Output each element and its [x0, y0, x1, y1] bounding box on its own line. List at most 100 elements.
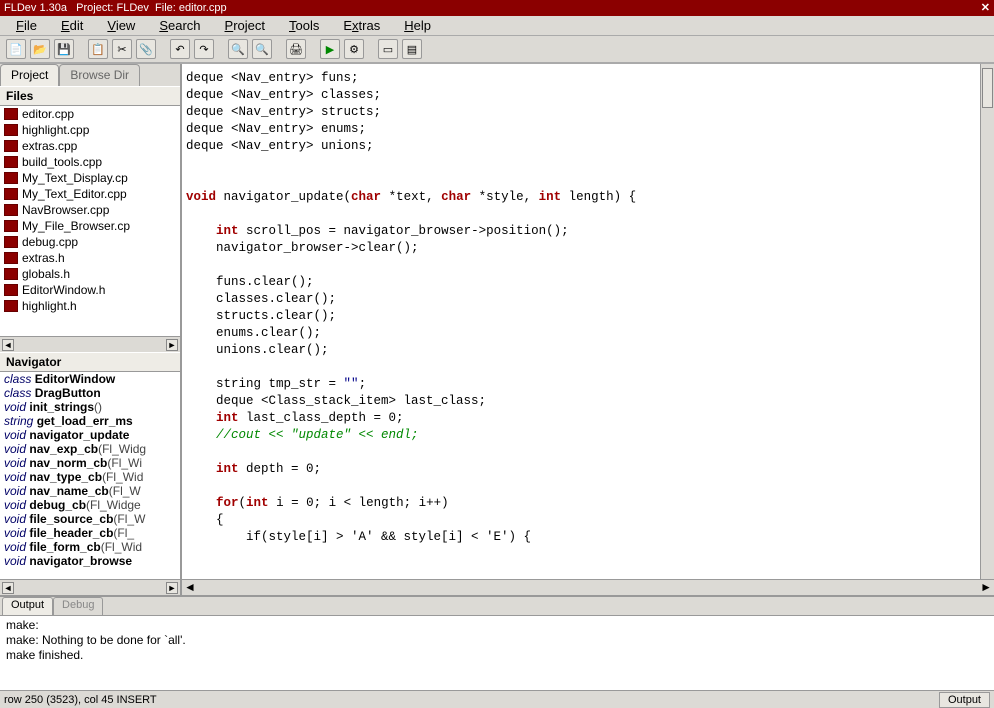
file-name-label: editor.cpp — [22, 107, 74, 121]
search-icon[interactable]: 🔍 — [228, 39, 248, 59]
editor-area: deque <Nav_entry> funs; deque <Nav_entry… — [182, 64, 994, 595]
navigator-item[interactable]: class EditorWindow — [0, 372, 180, 386]
window-close-icon[interactable]: ✕ — [981, 1, 990, 14]
navigator-item[interactable]: string get_load_err_ms — [0, 414, 180, 428]
navigator-item[interactable]: void nav_name_cb(Fl_W — [0, 484, 180, 498]
scroll-left-icon[interactable]: ◄ — [184, 580, 196, 595]
scroll-right-icon[interactable]: ► — [166, 339, 178, 351]
editor-hscroll[interactable]: ◄ ► — [182, 579, 994, 595]
cpp-file-icon — [4, 108, 18, 120]
navigator-hscroll[interactable]: ◄ ► — [0, 579, 180, 595]
title-bar: FLDev 1.30a Project: FLDev File: editor.… — [0, 0, 994, 16]
file-item[interactable]: My_Text_Display.cp — [0, 170, 180, 186]
file-item[interactable]: debug.cpp — [0, 234, 180, 250]
file-item[interactable]: NavBrowser.cpp — [0, 202, 180, 218]
cpp-file-icon — [4, 124, 18, 136]
navigator-item[interactable]: void nav_type_cb(Fl_Wid — [0, 470, 180, 484]
status-cursor: row 250 (3523), col 45 INSERT — [4, 694, 157, 706]
tab-output[interactable]: Output — [2, 597, 53, 615]
status-output-button[interactable]: Output — [939, 692, 990, 708]
output-line: make: Nothing to be done for `all'. — [6, 633, 988, 648]
project-name: FLDev — [117, 2, 149, 14]
menu-extras[interactable]: Extras — [333, 16, 390, 35]
search-next-icon[interactable]: 🔍 — [252, 39, 272, 59]
options-icon[interactable]: ▤ — [402, 39, 422, 59]
file-item[interactable]: editor.cpp — [0, 106, 180, 122]
navigator-item[interactable]: void file_header_cb(Fl_ — [0, 526, 180, 540]
file-name-label: My_Text_Display.cp — [22, 171, 128, 185]
cpp-file-icon — [4, 268, 18, 280]
file-item[interactable]: My_Text_Editor.cpp — [0, 186, 180, 202]
navigator-item[interactable]: void navigator_browse — [0, 554, 180, 568]
navigator-item[interactable]: void nav_exp_cb(Fl_Widg — [0, 442, 180, 456]
save-icon[interactable]: 💾 — [54, 39, 74, 59]
menu-search[interactable]: Search — [149, 16, 210, 35]
status-bar: row 250 (3523), col 45 INSERT Output — [0, 690, 994, 708]
file-item[interactable]: globals.h — [0, 266, 180, 282]
menu-view[interactable]: View — [97, 16, 145, 35]
navigator-item[interactable]: void debug_cb(Fl_Widge — [0, 498, 180, 512]
editor-vscroll[interactable] — [980, 64, 994, 579]
menu-project[interactable]: Project — [215, 16, 275, 35]
menu-edit[interactable]: Edit — [51, 16, 93, 35]
navigator-item[interactable]: void file_form_cb(Fl_Wid — [0, 540, 180, 554]
paste-icon[interactable]: 📎 — [136, 39, 156, 59]
menu-help[interactable]: Help — [394, 16, 441, 35]
menu-file[interactable]: File — [6, 16, 47, 35]
navigator-item[interactable]: void init_strings() — [0, 400, 180, 414]
scroll-right-icon[interactable]: ► — [980, 580, 992, 595]
navigator-item[interactable]: void file_source_cb(Fl_W — [0, 512, 180, 526]
scroll-left-icon[interactable]: ◄ — [2, 582, 14, 594]
menu-tools[interactable]: Tools — [279, 16, 329, 35]
navigator-item[interactable]: void navigator_update — [0, 428, 180, 442]
window-icon[interactable]: ▭ — [378, 39, 398, 59]
build-icon[interactable]: ⚙ — [344, 39, 364, 59]
file-name-label: highlight.cpp — [22, 123, 89, 137]
cpp-file-icon — [4, 220, 18, 232]
project-label: Project: — [76, 2, 113, 14]
app-name: FLDev 1.30a — [4, 2, 67, 14]
file-item[interactable]: EditorWindow.h — [0, 282, 180, 298]
file-item[interactable]: extras.cpp — [0, 138, 180, 154]
print-icon[interactable]: 🖨 — [286, 39, 306, 59]
redo-icon[interactable]: ↷ — [194, 39, 214, 59]
file-item[interactable]: My_File_Browser.cp — [0, 218, 180, 234]
file-item[interactable]: highlight.cpp — [0, 122, 180, 138]
cpp-file-icon — [4, 172, 18, 184]
cpp-file-icon — [4, 140, 18, 152]
cpp-file-icon — [4, 236, 18, 248]
copy-icon[interactable]: 📋 — [88, 39, 108, 59]
file-item[interactable]: extras.h — [0, 250, 180, 266]
output-body[interactable]: make:make: Nothing to be done for `all'.… — [0, 615, 994, 690]
undo-icon[interactable]: ↶ — [170, 39, 190, 59]
file-item[interactable]: highlight.h — [0, 298, 180, 314]
code-editor[interactable]: deque <Nav_entry> funs; deque <Nav_entry… — [182, 64, 994, 579]
run-icon[interactable]: ▶ — [320, 39, 340, 59]
file-label: File: — [155, 2, 176, 14]
menu-bar: File Edit View Search Project Tools Extr… — [0, 16, 994, 36]
sidebar: Project Browse Dir Files editor.cpphighl… — [0, 64, 182, 595]
file-name: editor.cpp — [179, 2, 227, 14]
file-item[interactable]: build_tools.cpp — [0, 154, 180, 170]
file-list[interactable]: editor.cpp highlight.cppextras.cppbuild_t… — [0, 106, 180, 336]
navigator-item[interactable]: void nav_norm_cb(Fl_Wi — [0, 456, 180, 470]
file-name-label: debug.cpp — [22, 235, 78, 249]
cpp-file-icon — [4, 284, 18, 296]
files-hscroll[interactable]: ◄ ► — [0, 336, 180, 352]
sidebar-tabs: Project Browse Dir — [0, 64, 180, 86]
tab-debug[interactable]: Debug — [53, 597, 103, 615]
scroll-left-icon[interactable]: ◄ — [2, 339, 14, 351]
file-name-label: EditorWindow.h — [22, 283, 105, 297]
cpp-file-icon — [4, 300, 18, 312]
file-name-label: My_File_Browser.cp — [22, 219, 130, 233]
scroll-thumb[interactable] — [982, 68, 993, 108]
tab-browse-dir[interactable]: Browse Dir — [59, 64, 140, 86]
new-file-icon[interactable]: 📄 — [6, 39, 26, 59]
tab-project[interactable]: Project — [0, 64, 59, 86]
cpp-file-icon — [4, 156, 18, 168]
open-file-icon[interactable]: 📂 — [30, 39, 50, 59]
scroll-right-icon[interactable]: ► — [166, 582, 178, 594]
navigator-item[interactable]: class DragButton — [0, 386, 180, 400]
navigator-list[interactable]: class EditorWindowclass DragButtonvoid i… — [0, 372, 180, 579]
cut-icon[interactable]: ✂ — [112, 39, 132, 59]
